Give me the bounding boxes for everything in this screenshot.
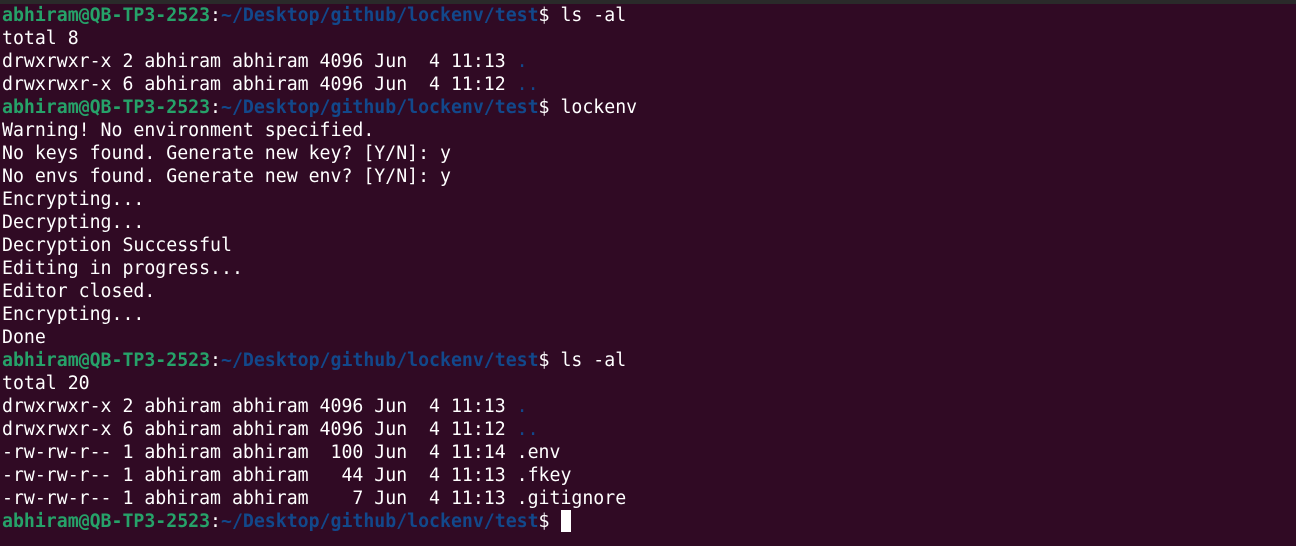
output-line: Decrypting... (2, 212, 145, 233)
listing-row: drwxrwxr-x 2 abhiram abhiram 4096 Jun 4 … (2, 50, 1296, 73)
output-total: total 20 (2, 373, 90, 394)
listing-row: drwxrwxr-x 2 abhiram abhiram 4096 Jun 4 … (2, 395, 1296, 418)
listing-row-details: drwxrwxr-x 6 abhiram abhiram 4096 Jun 4 … (2, 419, 517, 440)
prompt-dollar: $ (538, 5, 550, 26)
listing-row-filename: .. (516, 74, 539, 95)
prompt-colon: : (210, 97, 221, 118)
listing-row-filename: .. (516, 419, 539, 440)
command-text: lockenv (549, 97, 638, 118)
prompt-colon: : (210, 5, 221, 26)
prompt-path: ~/Desktop/github/lockenv/test (221, 5, 539, 26)
prompt-user-host: abhiram@QB-TP3-2523 (2, 511, 211, 532)
listing-row-filename: .fkey (516, 465, 572, 486)
command-text: ls -al (549, 350, 627, 371)
listing-row-filename: . (516, 396, 528, 417)
listing-row-details: drwxrwxr-x 2 abhiram abhiram 4096 Jun 4 … (2, 396, 517, 417)
output-line: Editing in progress... (2, 258, 243, 279)
listing-row: drwxrwxr-x 6 abhiram abhiram 4096 Jun 4 … (2, 73, 1296, 96)
prompt-path: ~/Desktop/github/lockenv/test (221, 511, 539, 532)
listing-row: -rw-rw-r-- 1 abhiram abhiram 7 Jun 4 11:… (2, 487, 1296, 510)
command-text: ls -al (549, 5, 627, 26)
listing-row-filename: . (516, 51, 528, 72)
output-line: Decryption Successful (2, 235, 232, 256)
prompt-path: ~/Desktop/github/lockenv/test (221, 97, 539, 118)
output-line: Editor closed. (2, 281, 156, 302)
prompt-line: abhiram@QB-TP3-2523:~/Desktop/github/loc… (2, 4, 1296, 27)
listing-row-filename: .env (516, 442, 561, 463)
listing-row: -rw-rw-r-- 1 abhiram abhiram 44 Jun 4 11… (2, 464, 1296, 487)
listing-row-details: -rw-rw-r-- 1 abhiram abhiram 44 Jun 4 11… (2, 465, 517, 486)
output-line: No envs found. Generate new env? [Y/N]: … (2, 166, 451, 187)
listing-row: drwxrwxr-x 6 abhiram abhiram 4096 Jun 4 … (2, 418, 1296, 441)
prompt-dollar: $ (538, 97, 550, 118)
output-line: Done (2, 327, 46, 348)
prompt-dollar: $ (538, 511, 550, 532)
prompt-user-host: abhiram@QB-TP3-2523 (2, 5, 211, 26)
prompt-colon: : (210, 350, 221, 371)
prompt-line: abhiram@QB-TP3-2523:~/Desktop/github/loc… (2, 96, 1296, 119)
prompt-user-host: abhiram@QB-TP3-2523 (2, 350, 211, 371)
listing-row-details: drwxrwxr-x 2 abhiram abhiram 4096 Jun 4 … (2, 51, 517, 72)
prompt-path: ~/Desktop/github/lockenv/test (221, 350, 539, 371)
listing-row-filename: .gitignore (516, 488, 627, 509)
output-line: Warning! No environment specified. (2, 120, 375, 141)
text-cursor[interactable] (560, 510, 571, 532)
listing-row-details: -rw-rw-r-- 1 abhiram abhiram 100 Jun 4 1… (2, 442, 517, 463)
prompt-line: abhiram@QB-TP3-2523:~/Desktop/github/loc… (2, 349, 1296, 372)
output-total: total 8 (2, 28, 79, 49)
listing-row-details: drwxrwxr-x 6 abhiram abhiram 4096 Jun 4 … (2, 74, 517, 95)
output-line: Encrypting... (2, 304, 145, 325)
listing-row-details: -rw-rw-r-- 1 abhiram abhiram 7 Jun 4 11:… (2, 488, 517, 509)
prompt-dollar: $ (538, 350, 550, 371)
active-prompt-line[interactable]: abhiram@QB-TP3-2523:~/Desktop/github/loc… (2, 510, 1296, 533)
listing-row: -rw-rw-r-- 1 abhiram abhiram 100 Jun 4 1… (2, 441, 1296, 464)
terminal-window[interactable]: abhiram@QB-TP3-2523:~/Desktop/github/loc… (0, 0, 1296, 546)
output-line: No keys found. Generate new key? [Y/N]: … (2, 143, 451, 164)
window-top-edge (0, 0, 1296, 4)
prompt-user-host: abhiram@QB-TP3-2523 (2, 97, 211, 118)
prompt-colon: : (210, 511, 221, 532)
output-line: Encrypting... (2, 189, 145, 210)
